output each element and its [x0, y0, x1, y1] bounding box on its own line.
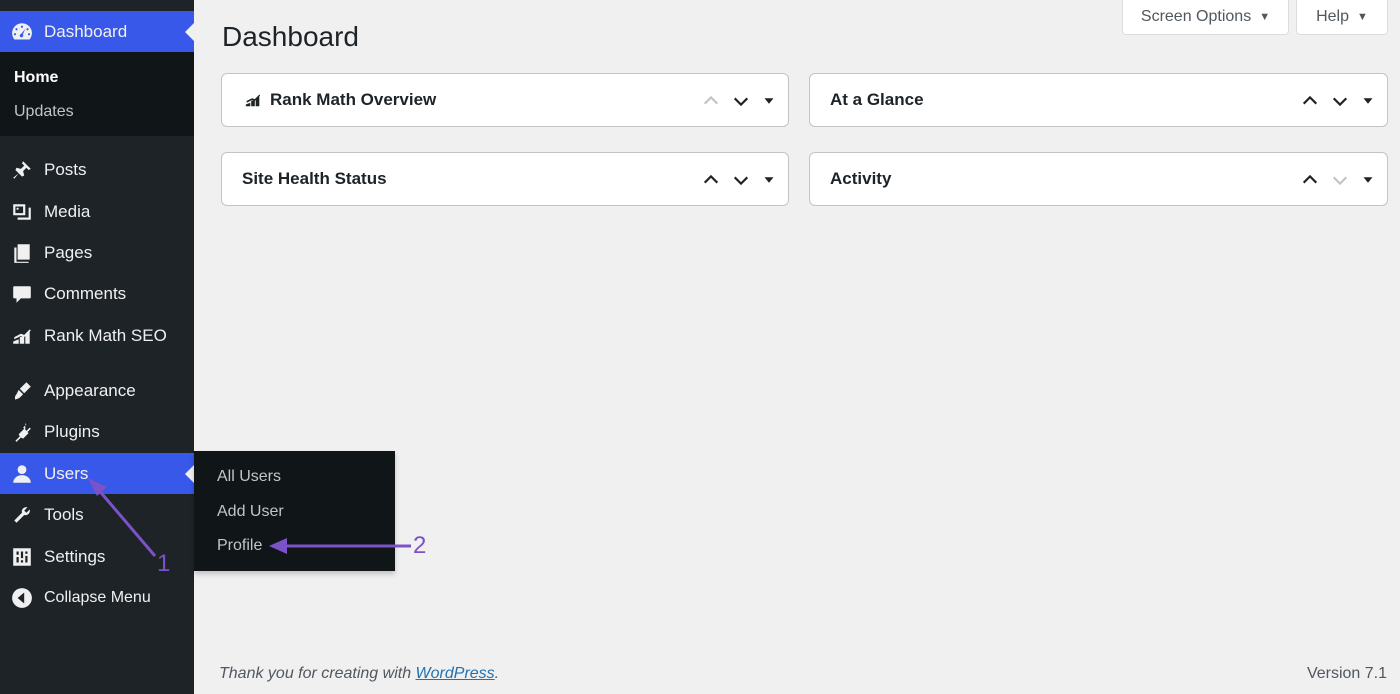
- annotation-number-1: 1: [157, 550, 171, 577]
- annotation-arrows: [88, 478, 411, 557]
- annotation-number-2: 2: [413, 532, 427, 559]
- arrowhead-1: [88, 478, 107, 496]
- annotation-arrow-1: [95, 487, 157, 557]
- arrowhead-2: [269, 538, 287, 554]
